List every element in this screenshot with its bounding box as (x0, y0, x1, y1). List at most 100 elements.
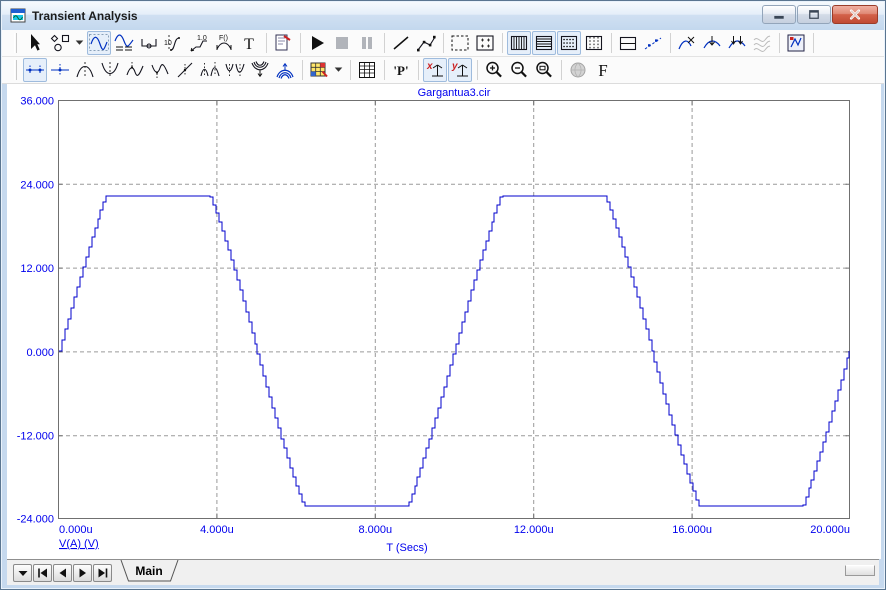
close-button[interactable] (832, 5, 878, 24)
cursor-mode-button[interactable] (112, 31, 136, 55)
tracker-cursor-alt-button[interactable] (48, 58, 72, 82)
go-to-valley-button[interactable] (98, 58, 122, 82)
palette-dropdown-icon (334, 67, 343, 72)
y-tick-label: 12.000 (20, 263, 54, 275)
go-to-high-button[interactable] (123, 58, 147, 82)
cursor-x-button[interactable] (675, 31, 699, 55)
x-scale-lock-button[interactable]: x (423, 58, 447, 82)
next-page-button[interactable] (73, 563, 92, 582)
stop-button[interactable] (330, 31, 354, 55)
minor-grid-toggle[interactable] (582, 31, 606, 55)
point-tag-button[interactable] (137, 31, 161, 55)
toolbar-grip[interactable] (14, 60, 17, 80)
numeric-output-button[interactable] (355, 58, 379, 82)
vertical-grid-toggle[interactable] (507, 31, 531, 55)
grid-marks-button[interactable] (473, 31, 497, 55)
select-region-button[interactable] (448, 31, 472, 55)
first-page-button[interactable] (33, 563, 52, 582)
waveform-buffer-button[interactable] (750, 31, 774, 55)
maximize-button[interactable] (797, 5, 831, 24)
pause-icon (362, 37, 372, 49)
polyline-tool-icon (417, 35, 436, 52)
zoom-out-button[interactable] (507, 58, 531, 82)
y-scale-lock-button[interactable]: y (448, 58, 472, 82)
dot-grid-toggle[interactable] (557, 31, 581, 55)
select-tool-button[interactable] (23, 31, 47, 55)
zoom-in-icon (486, 61, 502, 78)
pause-button[interactable] (355, 31, 379, 55)
cursor-drop-button[interactable] (700, 31, 724, 55)
text-mode-icon: T (244, 36, 254, 53)
zoom-region-button[interactable] (532, 58, 556, 82)
periodic-measure-button[interactable]: 'P' (389, 58, 413, 82)
performance-tag-icon: F() (216, 35, 232, 50)
tracker-cursor-button[interactable] (23, 58, 47, 82)
tab-main[interactable]: Main (119, 559, 183, 582)
properties-button[interactable] (271, 31, 295, 55)
zoom-in-button[interactable] (482, 58, 506, 82)
go-to-inflection-button[interactable] (173, 58, 197, 82)
page-list-icon (18, 570, 28, 576)
toolbar-separator (477, 60, 478, 80)
plot-properties-button[interactable] (784, 31, 808, 55)
tracker-cursor-alt-icon (51, 64, 69, 76)
cursor-mode-icon (114, 34, 134, 51)
go-to-low-button[interactable] (148, 58, 172, 82)
last-page-button[interactable] (93, 563, 112, 582)
waveform-trace[interactable] (59, 195, 850, 507)
split-plot-button[interactable] (616, 31, 640, 55)
plot-canvas[interactable]: Gargantua3.cir 36.000 24.000 12.000 0.00… (7, 84, 881, 559)
cursor-both-button[interactable] (725, 31, 749, 55)
web-button[interactable] (566, 58, 590, 82)
grid-lines (59, 101, 849, 518)
tracker-button[interactable] (641, 31, 665, 55)
color-palette-icon (310, 62, 328, 78)
global-low-button[interactable] (248, 58, 272, 82)
color-palette-button[interactable] (307, 58, 331, 82)
axis-ticks (58, 100, 850, 519)
line-tool-button[interactable] (389, 31, 413, 55)
toolbar-separator (502, 33, 503, 53)
select-tool-icon (31, 34, 40, 51)
next-valley-icon (225, 63, 245, 78)
graphics-tool-button[interactable] (48, 31, 72, 55)
font-button[interactable]: F (591, 58, 615, 82)
tracker-cursor-icon (26, 65, 44, 75)
trace-label-link[interactable]: V(A) (V) (59, 538, 99, 550)
graphics-tool-icon (50, 34, 70, 52)
polyline-tool-button[interactable] (414, 31, 438, 55)
go-to-high-icon (126, 62, 144, 76)
plot-properties-icon (787, 34, 805, 52)
x-tick-label: 8.000u (358, 524, 392, 536)
performance-tag-button[interactable]: F() (212, 31, 236, 55)
zoom-out-icon (511, 61, 527, 78)
x-tick-label: 0.000u (59, 524, 93, 536)
global-high-button[interactable] (273, 58, 297, 82)
title-bar[interactable]: Transient Analysis (2, 2, 884, 30)
minor-grid-icon (585, 35, 603, 51)
horizontal-grid-toggle[interactable] (532, 31, 556, 55)
scale-mode-button[interactable] (87, 31, 111, 55)
graphics-dropdown-icon (75, 40, 84, 45)
text-mode-button[interactable]: T (237, 31, 261, 55)
horizontal-tag-button[interactable]: 10 (162, 31, 186, 55)
next-valley-button[interactable] (223, 58, 247, 82)
y-tick-label: -12.000 (17, 431, 54, 443)
vertical-tag-button[interactable]: 1.0 (187, 31, 211, 55)
toolbar-separator (350, 60, 351, 80)
toolbar-grip[interactable] (14, 33, 17, 53)
go-to-peak-button[interactable] (73, 58, 97, 82)
tab-strip-resize-handle[interactable] (845, 565, 875, 576)
page-list-button[interactable] (13, 563, 32, 582)
prev-page-icon (59, 568, 66, 577)
plot-frame (58, 100, 850, 519)
palette-dropdown-button[interactable] (332, 58, 345, 82)
run-button[interactable] (305, 31, 329, 55)
toolbar-separator (384, 33, 385, 53)
waveform-buffer-icon (753, 35, 771, 52)
prev-page-button[interactable] (53, 563, 72, 582)
y-scale-lock-icon: y (451, 61, 468, 77)
next-peak-button[interactable] (198, 58, 222, 82)
minimize-button[interactable] (762, 5, 796, 24)
graphics-dropdown-button[interactable] (73, 31, 86, 55)
